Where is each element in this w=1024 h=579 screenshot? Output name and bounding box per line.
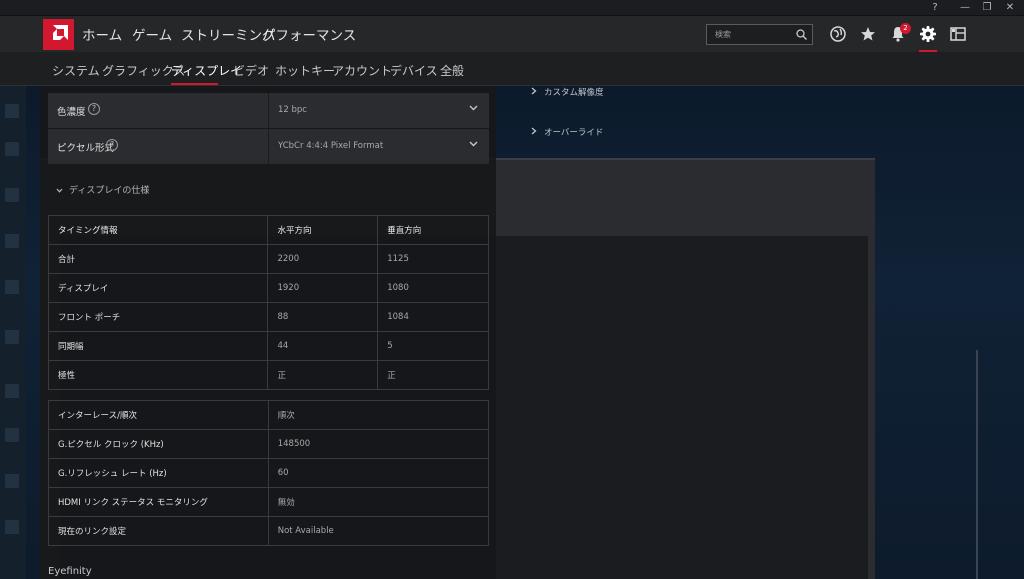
table-cell: 1920: [267, 273, 379, 303]
table-cell: 順次: [267, 400, 490, 430]
color-depth-dropdown[interactable]: 色濃度 ? 12 bpc: [48, 93, 489, 128]
divider: [268, 93, 269, 128]
table-row: ディスプレイ 1920 1080: [47, 273, 489, 303]
custom-resolution-link[interactable]: カスタム解像度: [531, 86, 604, 98]
table-cell: ディスプレイ: [47, 273, 269, 303]
chevron-right-icon: [531, 127, 537, 138]
table-header: 水平方向: [267, 215, 379, 245]
table-header-row: タイミング情報 水平方向 垂直方向: [47, 215, 489, 245]
table-cell: 同期幅: [47, 331, 269, 361]
table-row: G.リフレッシュ レート (Hz) 60: [48, 458, 490, 488]
table-cell: 極性: [47, 360, 269, 390]
color-depth-label: 色濃度: [57, 107, 86, 118]
nav-gaming[interactable]: ゲーム: [132, 24, 172, 44]
table-cell: 合計: [47, 244, 269, 274]
table-row: G.ピクセル クロック (KHz) 148500: [48, 429, 490, 459]
table-cell: 1125: [377, 244, 489, 274]
table-row: 同期幅 44 5: [47, 331, 489, 361]
table-cell: インターレース/順次: [48, 400, 269, 430]
display-tab-indicator: [171, 83, 218, 85]
layout-icon[interactable]: [949, 25, 967, 43]
display-specs-title: ディスプレイの仕様: [69, 186, 150, 196]
close-button[interactable]: ✕: [996, 0, 1024, 16]
search-input[interactable]: 検索: [706, 24, 813, 45]
search-icon[interactable]: [796, 29, 807, 40]
table-row: 極性 正 正: [47, 360, 489, 390]
tab-hotkeys[interactable]: ホットキー: [275, 62, 335, 79]
globe-icon[interactable]: [829, 25, 847, 43]
table-header: タイミング情報: [47, 215, 269, 245]
divider: [268, 129, 269, 164]
chevron-right-icon: [531, 87, 537, 98]
display-specs-toggle[interactable]: ディスプレイの仕様: [56, 183, 149, 196]
link-info-table: インターレース/順次 順次 G.ピクセル クロック (KHz) 148500 G…: [48, 400, 490, 546]
chevron-down-icon: [469, 141, 478, 147]
title-bar: ? — ❐ ✕: [0, 0, 1024, 16]
table-cell: フロント ポーチ: [47, 302, 269, 332]
custom-resolution-label: カスタム解像度: [544, 88, 604, 98]
table-cell: 5: [377, 331, 489, 361]
color-depth-value: 12 bpc: [278, 105, 307, 115]
pixel-format-value: YCbCr 4:4:4 Pixel Format: [278, 141, 384, 151]
background-divider: [976, 350, 978, 579]
help-icon[interactable]: ?: [88, 103, 100, 115]
nav-performance[interactable]: パフォーマンス: [262, 24, 356, 44]
chevron-down-icon: [56, 186, 63, 196]
table-cell: 2200: [267, 244, 379, 274]
timing-table: タイミング情報 水平方向 垂直方向 合計 2200 1125 ディスプレイ 19…: [47, 215, 489, 390]
help-icon[interactable]: ?: [106, 139, 118, 151]
table-cell: Not Available: [267, 516, 490, 546]
table-cell: 60: [267, 458, 490, 488]
tab-system[interactable]: システム: [52, 62, 100, 79]
table-row: フロント ポーチ 88 1084: [47, 302, 489, 332]
override-link[interactable]: オーバーライド: [531, 126, 603, 138]
search-placeholder: 検索: [715, 30, 731, 39]
main-navigation: ホーム ゲーム ストリーミング パフォーマンス 検索 2: [0, 16, 1024, 52]
eyefinity-section-title[interactable]: Eyefinity: [48, 566, 92, 577]
table-header: 垂直方向: [377, 215, 489, 245]
nav-home[interactable]: ホーム: [82, 24, 122, 44]
star-icon[interactable]: [859, 25, 877, 43]
table-cell: 無効: [267, 487, 490, 517]
table-row: インターレース/順次 順次: [48, 400, 490, 430]
table-cell: 1080: [377, 273, 489, 303]
table-cell: 1084: [377, 302, 489, 332]
table-cell: 148500: [267, 429, 490, 459]
tab-display[interactable]: ディスプレイ: [171, 62, 242, 79]
tab-video[interactable]: ビデオ: [233, 62, 269, 79]
amd-logo[interactable]: [43, 19, 74, 50]
table-cell: 現在のリンク設定: [48, 516, 269, 546]
pixel-format-dropdown[interactable]: ピクセル形式 ? YCbCr 4:4:4 Pixel Format: [48, 129, 489, 164]
tab-devices[interactable]: デバイス: [390, 62, 438, 79]
tab-general[interactable]: 全般: [440, 62, 464, 79]
tab-account[interactable]: アカウント: [332, 62, 392, 79]
chevron-down-icon: [469, 105, 478, 111]
amd-logo-icon: [53, 25, 68, 40]
notification-badge: 2: [900, 23, 911, 34]
help-window-button[interactable]: ?: [921, 0, 949, 16]
table-row: HDMI リンク ステータス モニタリング 無効: [48, 487, 490, 517]
table-cell: G.ピクセル クロック (KHz): [48, 429, 269, 459]
table-cell: 正: [267, 360, 379, 390]
table-row: 合計 2200 1125: [47, 244, 489, 274]
override-label: オーバーライド: [544, 128, 604, 138]
table-cell: 44: [267, 331, 379, 361]
table-cell: HDMI リンク ステータス モニタリング: [48, 487, 269, 517]
table-cell: G.リフレッシュ レート (Hz): [48, 458, 269, 488]
table-cell: 88: [267, 302, 379, 332]
settings-subnav: システム グラフィックス ディスプレイ ビデオ ホットキー アカウント デバイス…: [0, 52, 1024, 86]
desktop-icon-strip: [0, 84, 26, 579]
gear-icon[interactable]: [919, 25, 937, 43]
table-row: 現在のリンク設定 Not Available: [48, 516, 490, 546]
table-cell: 正: [377, 360, 489, 390]
